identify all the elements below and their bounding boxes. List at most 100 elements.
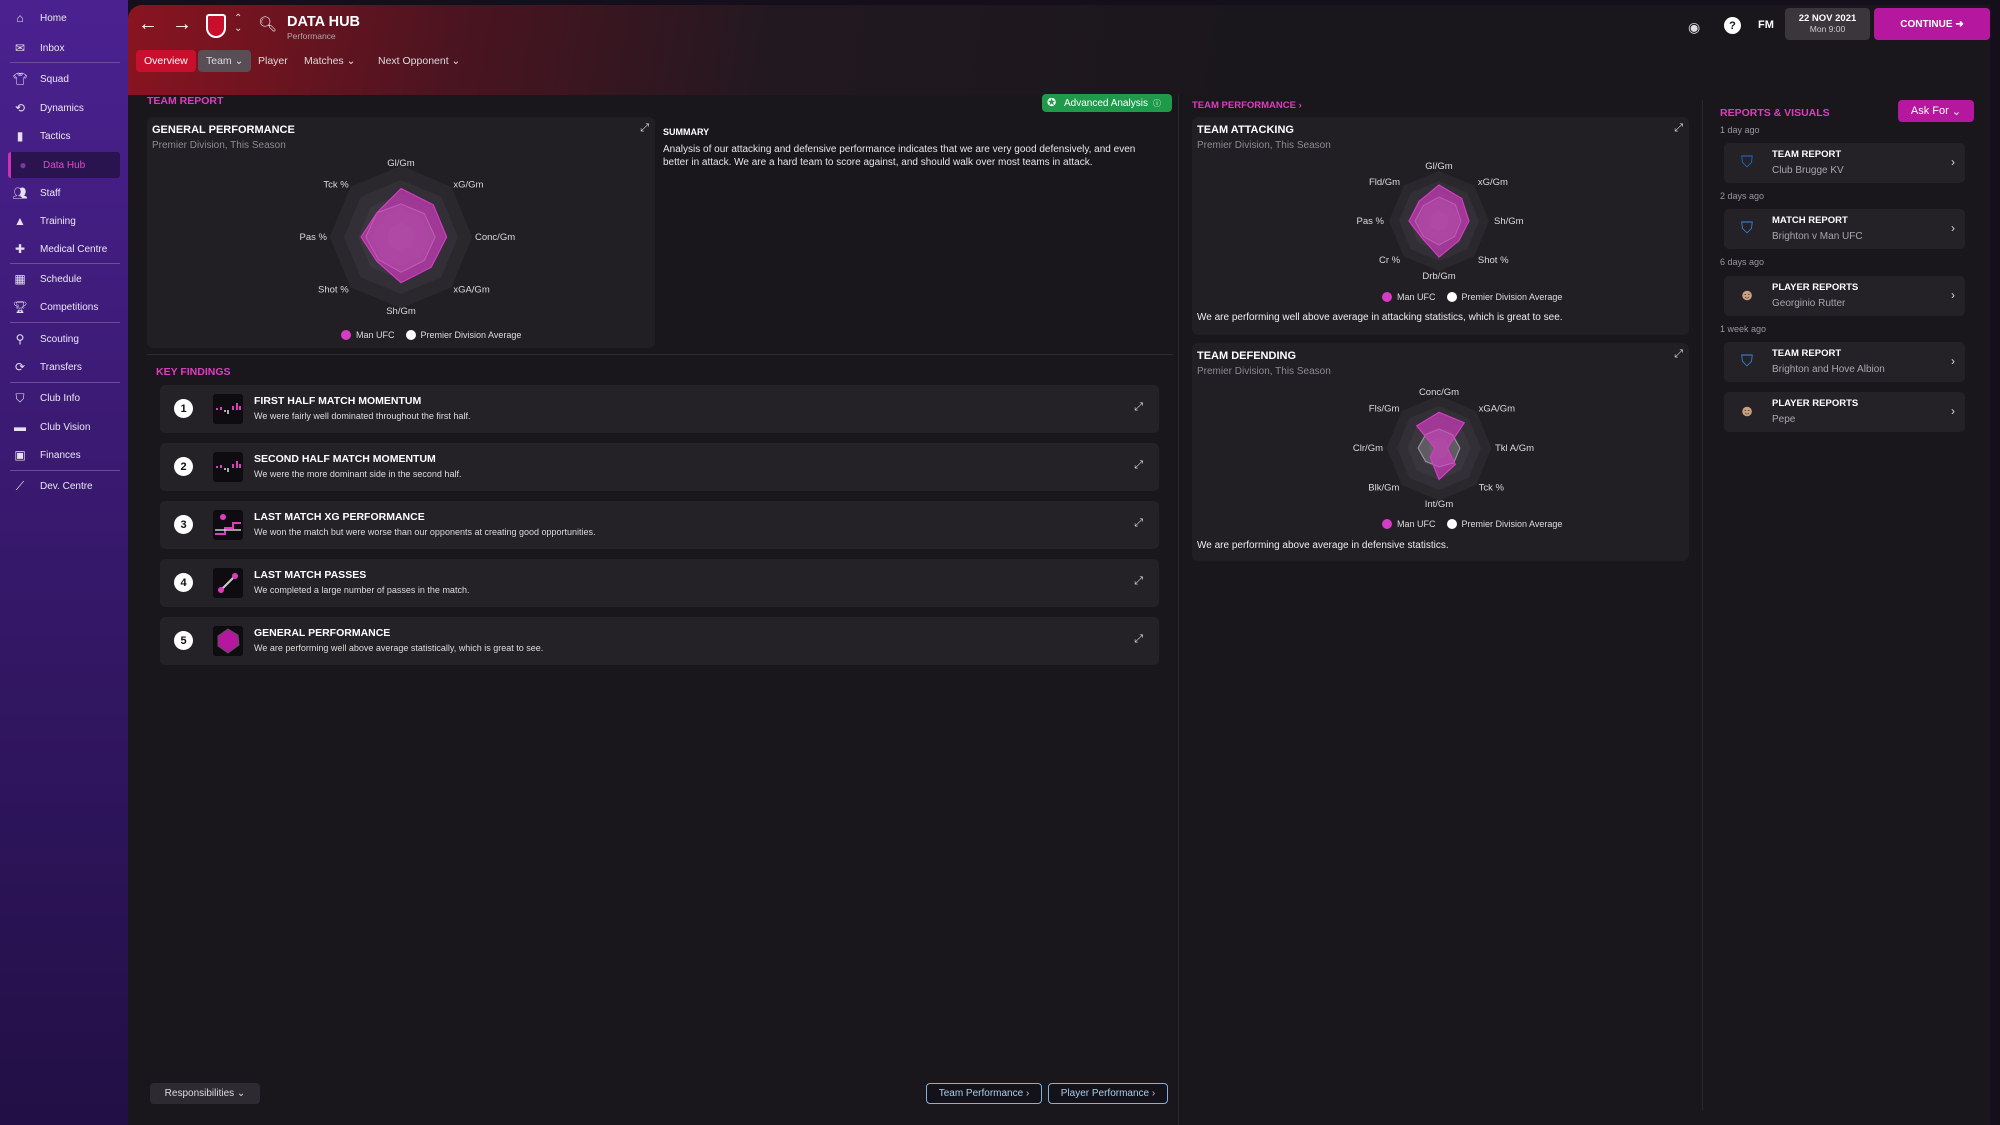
- expand-icon[interactable]: ⤢: [1134, 401, 1143, 414]
- key-findings-label: KEY FINDINGS: [156, 366, 231, 378]
- key-finding-row[interactable]: 4 LAST MATCH PASSES We completed a large…: [160, 559, 1159, 607]
- sidebar-item-label: Finances: [40, 449, 81, 461]
- key-finding-row[interactable]: 1 FIRST HALF MATCH MOMENTUM We were fair…: [160, 385, 1159, 433]
- report-item[interactable]: ☻ PLAYER REPORTS Georginio Rutter ›: [1724, 276, 1965, 316]
- finding-title: LAST MATCH XG PERFORMANCE: [254, 511, 425, 523]
- key-finding-row[interactable]: 2 SECOND HALF MATCH MOMENTUM We were the…: [160, 443, 1159, 491]
- radar-axis-label: Fls/Gm: [1369, 403, 1400, 414]
- radar-axis-label: Gl/Gm: [1425, 161, 1453, 172]
- report-item[interactable]: ⛉ TEAM REPORT Club Brugge KV ›: [1724, 143, 1965, 183]
- key-finding-row[interactable]: 3 LAST MATCH XG PERFORMANCE We won the m…: [160, 501, 1159, 549]
- help-icon[interactable]: ?: [1724, 17, 1741, 34]
- inbox-icon: ✉: [14, 41, 26, 55]
- radar-axis-label: Tck %: [1479, 483, 1505, 494]
- team-performance-button[interactable]: Team Performance ›: [926, 1083, 1042, 1104]
- sidebar-item-inbox[interactable]: ✉ Inbox: [8, 35, 120, 61]
- main-panel: ← → ⌃ ⌄ 🔍︎ DATA HUB Performance Overview T…: [128, 5, 1990, 1125]
- sidebar-item-medical-centre[interactable]: ✚ Medical Centre: [8, 236, 120, 262]
- legend-average: Premier Division Average: [1461, 292, 1563, 302]
- xg-icon: [213, 510, 243, 540]
- ask-for-button[interactable]: Ask For ⌄: [1898, 100, 1974, 122]
- search-icon[interactable]: 🔍︎: [258, 15, 277, 33]
- team-attacking-card: TEAM ATTACKING Premier Division, This Se…: [1192, 117, 1689, 335]
- sidebar-divider: [10, 62, 120, 63]
- radar-axis-label: Pas %: [1357, 216, 1385, 227]
- sidebar-item-data-hub[interactable]: ● Data Hub: [8, 152, 120, 178]
- tab-next-opponent[interactable]: Next Opponent ⌄: [370, 50, 468, 72]
- chevron-right-icon: ›: [1951, 155, 1955, 169]
- finding-description: We won the match but were worse than our…: [254, 527, 596, 537]
- team-performance-link[interactable]: TEAM PERFORMANCE ›: [1192, 100, 1302, 111]
- responsibilities-button[interactable]: Responsibilities ⌄: [150, 1083, 260, 1104]
- sidebar-item-club-info[interactable]: ⛉ Club Info: [8, 385, 120, 411]
- general-performance-radar: Gl/Gm xG/Gm Conc/Gm xGA/Gm Sh/Gm Shot % Pas % T…: [300, 158, 516, 317]
- continue-button[interactable]: CONTINUE ➜: [1874, 8, 1990, 40]
- sidebar-item-scouting[interactable]: ⚲ Scouting: [8, 326, 120, 352]
- radar-axis-label: Sh/Gm: [1494, 216, 1524, 227]
- sidebar-item-squad[interactable]: 👕︎ Squad: [8, 66, 120, 92]
- club-switch-icon[interactable]: ⌃ ⌄: [234, 14, 242, 34]
- report-item[interactable]: ☻ PLAYER REPORTS Pepe ›: [1724, 392, 1965, 432]
- expand-icon[interactable]: ⤢: [1134, 575, 1143, 588]
- report-title: PLAYER REPORTS: [1772, 398, 1859, 409]
- radar-axis-label: Fld/Gm: [1369, 177, 1400, 188]
- sidebar-item-dynamics[interactable]: ⟲ Dynamics: [8, 95, 120, 121]
- sidebar-item-schedule[interactable]: ▦ Schedule: [8, 266, 120, 292]
- club-crest-icon[interactable]: [206, 14, 226, 38]
- legend-swatch-team: [1382, 519, 1392, 529]
- radar-axis-label: Sh/Gm: [386, 306, 416, 317]
- summary-title: SUMMARY: [663, 127, 710, 137]
- player-performance-button[interactable]: Player Performance ›: [1048, 1083, 1168, 1104]
- tab-overview[interactable]: Overview: [136, 50, 196, 72]
- fm-menu-button[interactable]: FM: [1758, 19, 1774, 31]
- tab-matches[interactable]: Matches ⌄: [296, 50, 363, 72]
- sidebar: ⌂ Home ✉ Inbox 👕︎ Squad ⟲ Dynamics ▮ Tactics ● Data…: [0, 0, 128, 1125]
- sidebar-item-home[interactable]: ⌂ Home: [8, 5, 120, 31]
- chevron-right-icon: ›: [1951, 288, 1955, 302]
- radar-axis-label: xG/Gm: [1478, 177, 1508, 188]
- forward-arrow-icon[interactable]: →: [172, 13, 192, 36]
- column-divider: [1178, 95, 1179, 1125]
- sidebar-item-finances[interactable]: ▣ Finances: [8, 442, 120, 468]
- team-defending-card: TEAM DEFENDING Premier Division, This Se…: [1192, 343, 1689, 561]
- report-item[interactable]: ⛉ MATCH REPORT Brighton v Man UFC ›: [1724, 209, 1965, 249]
- report-title: TEAM REPORT: [1772, 149, 1842, 160]
- sidebar-item-dev-centre[interactable]: ⟋ Dev. Centre: [8, 473, 120, 499]
- sidebar-item-competitions[interactable]: 🏆︎ Competitions: [8, 294, 120, 320]
- legend-swatch-average: [405, 330, 416, 340]
- sidebar-divider: [10, 470, 120, 471]
- expand-icon[interactable]: ⤢: [1134, 517, 1143, 530]
- legend-average: Premier Division Average: [420, 330, 522, 340]
- sidebar-item-tactics[interactable]: ▮ Tactics: [8, 123, 120, 149]
- key-finding-row[interactable]: 5 GENERAL PERFORMANCE We are performing …: [160, 617, 1159, 665]
- staff-icon: 👥︎: [12, 186, 28, 200]
- finding-description: We completed a large number of passes in…: [254, 585, 470, 595]
- expand-icon[interactable]: ⤢: [1134, 633, 1143, 646]
- sidebar-divider: [10, 322, 120, 323]
- finding-description: We are performing well above average sta…: [254, 643, 544, 653]
- back-arrow-icon[interactable]: ←: [138, 13, 158, 36]
- sidebar-item-staff[interactable]: 👥︎ Staff: [8, 180, 120, 206]
- legend: Man UFC Premier Division Average: [1382, 519, 1562, 529]
- globe-icon[interactable]: ◉: [1688, 19, 1700, 36]
- finding-description: We were fairly well dominated throughout…: [254, 411, 471, 421]
- shield-icon: ⛉: [15, 390, 25, 405]
- page-title: DATA HUB: [287, 14, 361, 30]
- continue-label: CONTINUE: [1900, 18, 1953, 30]
- tab-player[interactable]: Player: [250, 50, 296, 72]
- player-portrait-icon: ☻: [1738, 403, 1756, 420]
- sidebar-item-training[interactable]: ▲ Training: [8, 208, 120, 234]
- trophy-icon: 🏆︎: [12, 300, 28, 314]
- sidebar-item-label: Schedule: [40, 273, 82, 285]
- expand-icon[interactable]: ⤢: [1134, 459, 1143, 472]
- legend-swatch-average: [1446, 519, 1457, 529]
- sidebar-item-club-vision[interactable]: ▬ Club Vision: [8, 414, 120, 440]
- sidebar-item-label: Competitions: [40, 301, 99, 313]
- date-display[interactable]: 22 NOV 2021 Mon 9:00: [1785, 8, 1870, 40]
- sidebar-item-transfers[interactable]: ⟳ Transfers: [8, 354, 120, 380]
- report-item[interactable]: ⛉ TEAM REPORT Brighton and Hove Albion ›: [1724, 342, 1965, 382]
- reports-visuals-label: REPORTS & VISUALS: [1720, 107, 1830, 119]
- star-badge-icon: ✪: [1047, 97, 1057, 109]
- tab-team[interactable]: Team ⌄: [198, 50, 252, 72]
- advanced-analysis-button[interactable]: ✪ Advanced Analysis ⓘ: [1042, 94, 1172, 112]
